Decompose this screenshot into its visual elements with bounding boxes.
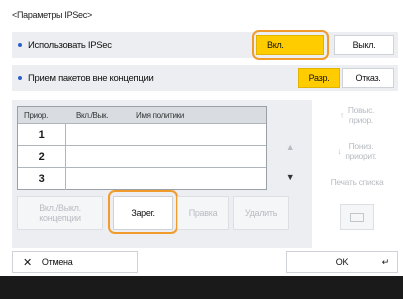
column-header-priority: Приор. — [24, 111, 48, 120]
ok-button[interactable]: OK ↵ — [286, 251, 398, 273]
arrow-down-icon: ↓ — [337, 146, 342, 156]
scroll-up-button[interactable]: ▲ — [279, 132, 301, 162]
printer-icon — [350, 212, 364, 222]
bottom-bar — [0, 276, 403, 299]
ok-label: OK — [335, 257, 349, 267]
raise-priority-label: Повыс. приор. — [347, 105, 375, 125]
use-ipsec-label: Использовать IPSec — [28, 39, 112, 51]
print-list-label: Печать списка — [330, 177, 384, 187]
bullet-icon — [18, 76, 22, 80]
delete-button[interactable]: Удалить — [233, 196, 289, 230]
bullet-icon — [18, 43, 22, 47]
ipsec-off-button[interactable]: Выкл. — [334, 35, 394, 55]
enter-icon: ↵ — [381, 257, 390, 267]
edit-button[interactable]: Правка — [177, 196, 229, 230]
lower-priority-button[interactable]: ↓ Пониз. приорит. — [316, 136, 398, 166]
row-priority: 1 — [18, 124, 66, 145]
table-header: Приор. Вкл./Вык. Имя политики — [18, 107, 266, 124]
row-priority: 3 — [18, 168, 66, 190]
column-header-policy-name: Имя политики — [136, 111, 185, 120]
print-list-button[interactable] — [340, 204, 374, 230]
policy-table: Приор. Вкл./Вык. Имя политики 1 2 3 — [17, 106, 267, 190]
page-title: <Параметры IPSec> — [12, 10, 92, 20]
raise-priority-button[interactable]: ↑ Повыс. приор. — [316, 100, 398, 130]
cancel-label: Отмена — [41, 257, 73, 267]
ipsec-on-highlight — [252, 30, 329, 60]
receive-packets-label-wrap: Прием пакетов вне концепции — [18, 65, 154, 91]
triangle-up-icon: ▲ — [285, 142, 295, 152]
close-icon: ✕ — [23, 256, 32, 269]
receive-allow-button[interactable]: Разр. — [298, 68, 340, 88]
row-priority: 2 — [18, 146, 66, 167]
triangle-down-icon: ▼ — [285, 172, 295, 182]
table-row[interactable]: 3 — [18, 168, 266, 190]
table-row[interactable]: 1 — [18, 124, 266, 146]
receive-deny-button[interactable]: Отказ. — [342, 68, 394, 88]
register-highlight — [108, 190, 178, 234]
toggle-policy-button[interactable]: Вкл./Выкл. концепции — [17, 196, 103, 230]
use-ipsec-label-wrap: Использовать IPSec — [18, 32, 112, 58]
scroll-down-button[interactable]: ▼ — [279, 164, 301, 190]
lower-priority-label: Пониз. приорит. — [345, 141, 377, 161]
table-row[interactable]: 2 — [18, 146, 266, 168]
column-header-onoff: Вкл./Вык. — [76, 111, 109, 120]
cancel-button[interactable]: ✕ Отмена — [12, 251, 138, 273]
arrow-up-icon: ↑ — [339, 110, 344, 120]
receive-packets-label: Прием пакетов вне концепции — [28, 72, 154, 84]
